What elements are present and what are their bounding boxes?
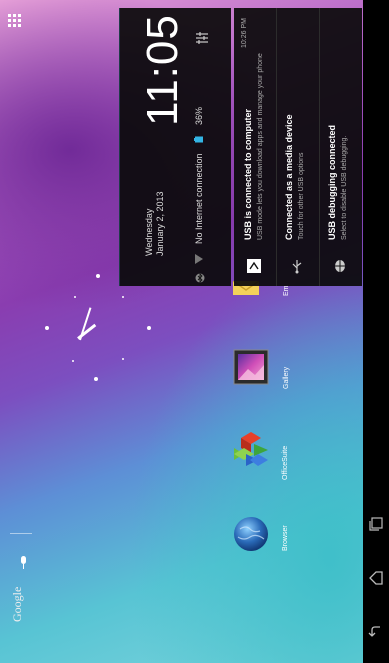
notification-subtitle: USB mode lets you download apps and mana… [257, 53, 264, 240]
clock-time: 11:05 [138, 14, 187, 126]
notification-title: Connected as a media device [284, 114, 294, 240]
notification-usb-computer[interactable]: 10:26 PM USB is connected to computer US… [234, 8, 277, 286]
wifi-signal-icon [194, 252, 204, 264]
usb-computer-icon [246, 258, 262, 274]
gallery-icon [233, 349, 269, 385]
notification-usb-debugging[interactable]: USB debugging connected Select to disabl… [320, 8, 362, 286]
app-label-email: Em [283, 285, 290, 297]
bluetooth-icon [195, 270, 205, 284]
app-label-gallery: Gallery [283, 366, 290, 389]
status-connection: No Internet connection [194, 153, 204, 244]
navigation-bar [363, 0, 389, 663]
usb-icon [289, 258, 305, 274]
microphone-icon[interactable] [19, 556, 28, 570]
home-screen: Google Browser OfficeSuite Gallery Em 11… [0, 0, 389, 663]
back-icon[interactable] [368, 624, 384, 640]
home-icon[interactable] [368, 570, 384, 586]
search-divider [10, 533, 32, 534]
app-browser[interactable] [232, 515, 270, 553]
notification-time: 10:26 PM [241, 18, 248, 48]
notification-list: 10:26 PM USB is connected to computer US… [234, 8, 362, 286]
app-officesuite[interactable] [232, 430, 270, 468]
globe-icon [234, 517, 268, 551]
app-label-officesuite: OfficeSuite [282, 445, 289, 480]
notification-title: USB debugging connected [327, 124, 337, 240]
battery-icon [194, 130, 204, 143]
notification-media-device[interactable]: Connected as a media device Touch for ot… [277, 8, 320, 286]
quick-settings-icon[interactable] [194, 30, 210, 46]
all-apps-icon[interactable] [8, 14, 22, 28]
app-gallery[interactable] [233, 349, 269, 385]
clock-minute-hand [79, 307, 92, 341]
google-search-label[interactable]: Google [10, 587, 25, 622]
status-battery: 36% [194, 106, 204, 125]
notification-title: USB is connected to computer [243, 108, 253, 240]
notification-subtitle: Touch for other USB options [298, 152, 305, 240]
recent-apps-icon[interactable] [368, 516, 384, 532]
officesuite-icon [234, 432, 268, 466]
notification-subtitle: Select to disable USB debugging. [341, 135, 348, 240]
android-debug-icon [332, 258, 348, 274]
app-label-browser: Browser [282, 525, 289, 551]
quick-status-panel[interactable]: 11:05 Wednesday January 2, 2013 No Inter… [119, 8, 231, 286]
date-weekday: Wednesday [144, 208, 154, 256]
date-full: January 2, 2013 [155, 191, 165, 256]
